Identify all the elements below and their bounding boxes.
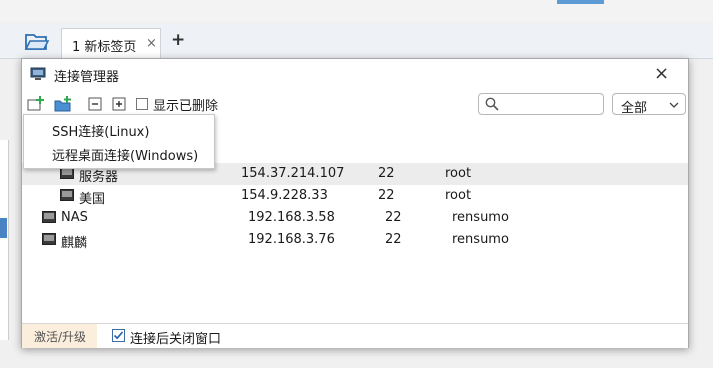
connection-name: NAS <box>61 210 88 225</box>
connection-name: 麒麟 <box>61 236 88 251</box>
show-deleted-checkbox[interactable] <box>136 98 148 110</box>
activate-upgrade-button[interactable]: 激活/升级 <box>22 324 97 348</box>
filter-select[interactable]: 全部 <box>612 93 686 116</box>
show-deleted-label: 显示已删除 <box>153 99 219 114</box>
connection-host: 192.168.3.76 <box>248 232 335 247</box>
connection-row[interactable]: NAS 192.168.3.58 22 rensumo <box>22 207 688 229</box>
connection-row[interactable]: 麒麟 192.168.3.76 22 rensumo <box>22 229 688 251</box>
search-icon <box>485 97 499 111</box>
connection-user: root <box>445 166 472 181</box>
menu-item-ssh-linux[interactable]: SSH连接(Linux) <box>24 117 214 141</box>
connection-user: root <box>445 188 472 203</box>
connection-port: 22 <box>385 232 402 247</box>
menu-item-label: SSH连接(Linux) <box>52 125 150 140</box>
connection-port: 22 <box>378 188 395 203</box>
background-selection-marker <box>0 218 7 238</box>
terminal-icon <box>42 211 56 223</box>
connection-host: 154.9.228.33 <box>241 188 328 203</box>
tab-label: 1 新标签页 <box>72 40 137 55</box>
connection-port: 22 <box>378 166 395 181</box>
expand-all-icon[interactable] <box>110 95 128 113</box>
top-accent-button[interactable] <box>557 0 604 4</box>
terminal-icon <box>42 233 56 245</box>
check-icon <box>113 331 124 340</box>
dialog-status-bar: 激活/升级 连接后关闭窗口 <box>22 323 688 348</box>
new-connection-menu: SSH连接(Linux) 远程桌面连接(Windows) <box>23 114 215 169</box>
connection-manager-dialog: 连接管理器 × 显示已删除 全部 服务器 154.37.214.107 22 r… <box>21 58 689 348</box>
connection-port: 22 <box>385 210 402 225</box>
collapse-all-icon[interactable] <box>86 95 104 113</box>
menu-item-label: 远程桌面连接(Windows) <box>52 149 199 164</box>
filter-value: 全部 <box>621 101 648 116</box>
chevron-down-icon <box>669 99 679 109</box>
search-input[interactable] <box>478 93 604 115</box>
window-top-bar <box>0 0 713 22</box>
open-folder-icon[interactable] <box>24 30 50 52</box>
new-connection-icon[interactable] <box>27 95 45 113</box>
close-after-connect-checkbox[interactable] <box>112 329 125 342</box>
monitor-icon <box>30 67 46 81</box>
connection-host: 154.37.214.107 <box>241 166 345 181</box>
add-tab-button[interactable]: + <box>171 30 185 50</box>
tab-close-icon[interactable]: × <box>146 36 157 51</box>
connection-name: 美国 <box>79 192 106 207</box>
connection-user: rensumo <box>452 210 509 225</box>
tab-new-tab[interactable]: 1 新标签页 × <box>61 28 161 58</box>
tab-bar: 1 新标签页 × + <box>0 24 713 59</box>
activate-upgrade-label: 激活/升级 <box>34 330 87 344</box>
close-after-connect-label: 连接后关闭窗口 <box>130 332 222 347</box>
terminal-icon <box>60 189 74 201</box>
menu-item-remote-desktop-windows[interactable]: 远程桌面连接(Windows) <box>24 141 214 165</box>
connection-host: 192.168.3.58 <box>248 210 335 225</box>
dialog-title: 连接管理器 <box>54 70 120 85</box>
background-panel <box>0 140 9 340</box>
connection-row[interactable]: 美国 154.9.228.33 22 root <box>22 185 688 207</box>
dialog-title-bar: 连接管理器 × <box>22 59 688 89</box>
new-folder-icon[interactable] <box>54 95 72 113</box>
close-icon[interactable]: × <box>654 63 669 84</box>
connection-user: rensumo <box>452 232 509 247</box>
